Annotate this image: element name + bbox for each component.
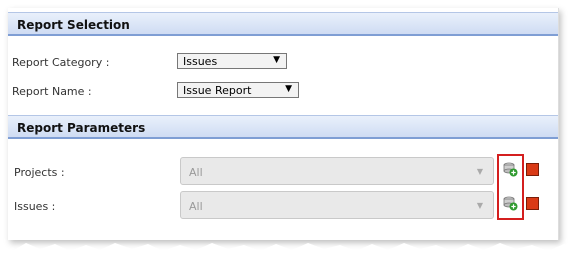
report-parameters-header: Report Parameters [8,115,558,139]
projects-label: Projects : [14,166,65,179]
issues-label: Issues : [14,200,56,213]
chevron-down-icon: ▼ [285,84,292,94]
report-selection-header: Report Selection [8,12,558,36]
report-category-label: Report Category : [12,56,110,69]
projects-value: All [189,166,203,179]
chevron-down-icon: ▼ [476,167,483,176]
add-filter-icon[interactable] [502,195,518,211]
report-name-value: Issue Report [183,84,252,97]
report-name-label: Report Name : [12,85,92,98]
remove-icon[interactable] [526,197,539,210]
add-filter-icon[interactable] [502,161,518,177]
torn-edge [0,243,580,260]
remove-icon[interactable] [526,163,539,176]
projects-select[interactable]: All ▼ [180,157,494,185]
issues-value: All [189,200,203,213]
chevron-down-icon: ▼ [273,55,280,65]
report-panel: Report Selection Report Category : Issue… [8,8,559,240]
issues-select[interactable]: All ▼ [180,191,494,219]
report-name-select[interactable]: Issue Report ▼ [177,82,299,98]
report-category-value: Issues [183,55,218,68]
chevron-down-icon: ▼ [476,201,483,210]
report-category-select[interactable]: Issues ▼ [177,53,287,69]
